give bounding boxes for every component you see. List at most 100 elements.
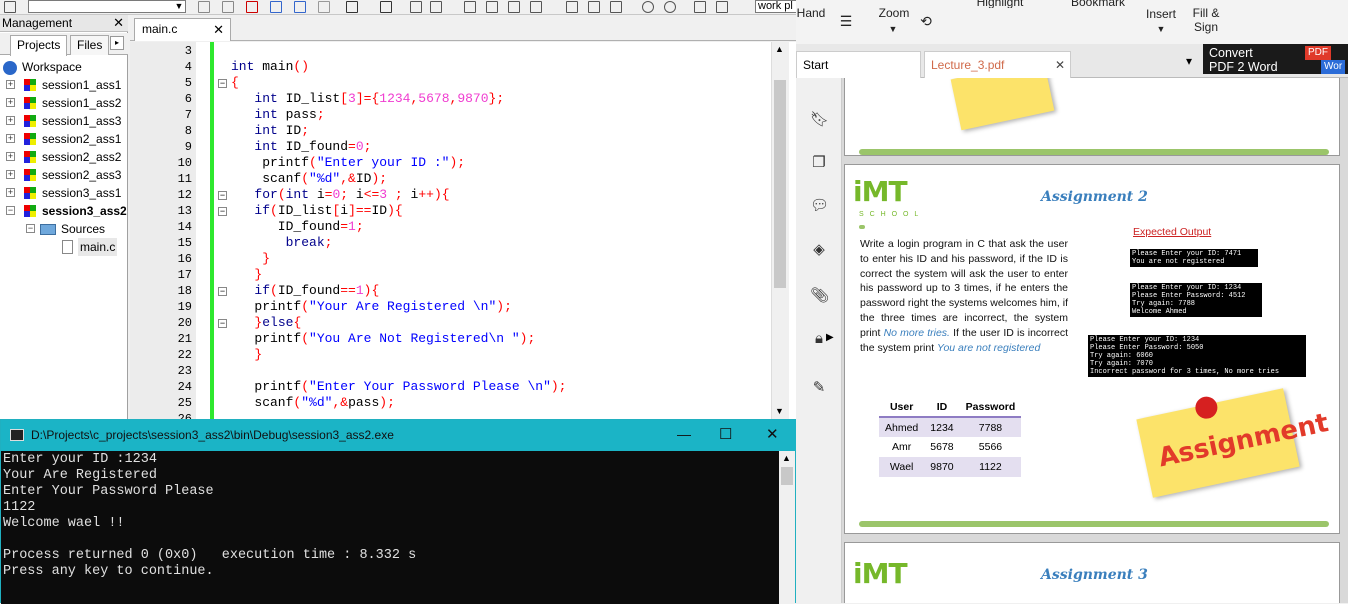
fold-toggle-icon[interactable]: − [218, 79, 227, 88]
fold-toggle-icon[interactable]: − [218, 191, 227, 200]
scrollbar-thumb[interactable] [781, 467, 793, 485]
rotate-icon[interactable]: ⟲ [916, 14, 936, 28]
chevron-down-icon[interactable]: ▼ [886, 22, 900, 36]
signature-icon[interactable]: ✎ [810, 378, 828, 396]
box3-icon[interactable] [610, 1, 622, 13]
grid-icon[interactable] [410, 1, 422, 13]
fill-sign-button[interactable]: Fill & Sign [1188, 6, 1224, 34]
spell-icon[interactable] [694, 1, 706, 13]
expand-icon[interactable]: + [6, 170, 15, 179]
highlight-button[interactable]: Highlight [964, 0, 1036, 8]
fold-toggle-icon[interactable]: − [218, 319, 227, 328]
align-center-icon[interactable] [486, 1, 498, 13]
project-node-active[interactable]: − session3_ass2 [0, 202, 128, 220]
project-node[interactable]: + session1_ass1 [0, 76, 128, 94]
scrollbar-thumb[interactable] [774, 80, 786, 288]
table-cell: Amr [892, 441, 912, 453]
build-target-combo[interactable] [28, 0, 186, 13]
chevron-right-icon[interactable]: ▸ [110, 36, 124, 50]
project-node[interactable]: + session2_ass3 [0, 166, 128, 184]
box-icon[interactable] [566, 1, 578, 13]
code-line: printf("Your Are Registered \n"); [231, 299, 512, 314]
cycle-icon[interactable] [716, 1, 728, 13]
tab-projects[interactable]: Projects [10, 35, 68, 56]
clear-icon[interactable] [246, 1, 258, 13]
table-cell: 7788 [978, 421, 1003, 434]
change-bar [210, 42, 214, 419]
line-number: 6 [184, 92, 192, 106]
back-icon[interactable] [198, 1, 210, 13]
zoom-in-icon[interactable] [642, 1, 654, 13]
fold-toggle-icon[interactable]: − [218, 287, 227, 296]
tabs-dropdown-icon[interactable]: ▾ [1186, 54, 1192, 68]
tab-main-c[interactable]: main.c ✕ [134, 18, 231, 41]
select-icon[interactable] [318, 1, 330, 13]
page-menu-icon[interactable]: ☰ [836, 14, 856, 28]
work-path-field[interactable]: work pl [755, 0, 800, 13]
edit-icon[interactable] [4, 1, 16, 13]
attachment-icon[interactable]: 📎︎ [810, 286, 829, 304]
pdf-document-view[interactable]: iMT S C H O O L Assignment 2 Expected Ou… [842, 78, 1348, 603]
grid2-icon[interactable] [430, 1, 442, 13]
expand-icon[interactable]: + [6, 116, 15, 125]
project-node[interactable]: + session3_ass1 [0, 184, 128, 202]
close-icon[interactable]: ✕ [113, 15, 124, 31]
insert-button[interactable]: Insert [1142, 7, 1180, 21]
forward-icon[interactable] [222, 1, 234, 13]
project-node[interactable]: + session1_ass3 [0, 112, 128, 130]
file-node[interactable]: main.c [0, 238, 128, 256]
expand-icon[interactable]: + [6, 80, 15, 89]
output-sample-2: Please Enter your ID: 1234 Please Enter … [1130, 283, 1262, 317]
close-icon[interactable]: ✕ [213, 19, 224, 40]
maximize-button[interactable]: ☐ [719, 425, 732, 443]
tab-start[interactable]: Start [796, 51, 921, 78]
line-number: 17 [177, 268, 192, 282]
bookmark-button[interactable]: Bookmark [1058, 0, 1138, 8]
expand-icon[interactable]: + [6, 188, 15, 197]
tab-lecture-3[interactable]: Lecture_3.pdf ✕ [924, 51, 1071, 78]
expand-icon[interactable]: + [6, 152, 15, 161]
convert-pdf2word-button[interactable]: Convert PDF 2 Word PDF Wor [1203, 44, 1348, 74]
zoom-out-icon[interactable] [664, 1, 676, 13]
collapse-icon[interactable]: − [6, 206, 15, 215]
code-editor[interactable]: 3 4 5 6 7 8 9 10 11 12 13 14 15 16 17 18… [130, 42, 796, 426]
scroll-down-icon[interactable]: ▼ [775, 406, 784, 416]
project-node[interactable]: + session1_ass2 [0, 94, 128, 112]
bookmark-icon[interactable] [294, 1, 306, 13]
project-node[interactable]: + session2_ass2 [0, 148, 128, 166]
project-icon [24, 97, 36, 109]
close-button[interactable]: ✕ [766, 425, 779, 443]
pages-icon[interactable]: ❐ [810, 153, 828, 171]
collapse-icon[interactable]: − [26, 224, 35, 233]
toggle-icon[interactable] [270, 1, 282, 13]
zoom-button[interactable]: Zoom [876, 6, 912, 20]
cursor-icon[interactable] [346, 1, 358, 13]
layers-icon[interactable]: ◈ [810, 240, 828, 258]
tab-files[interactable]: Files [70, 35, 110, 55]
fold-toggle-icon[interactable]: − [218, 207, 227, 216]
minimize-button[interactable]: — [677, 426, 691, 442]
expand-icon[interactable]: + [6, 134, 15, 143]
comment-icon[interactable] [380, 1, 392, 13]
console-titlebar[interactable]: D:\Projects\c_projects\session3_ass2\bin… [1, 420, 797, 451]
align-right-icon[interactable] [508, 1, 520, 13]
expand-panel-icon[interactable]: ▶ [826, 332, 834, 343]
project-label: session2_ass1 [42, 132, 122, 146]
chevron-down-icon[interactable]: ▼ [1154, 22, 1168, 36]
scroll-up-icon[interactable]: ▲ [775, 44, 784, 54]
hand-tool-button[interactable]: Hand [796, 6, 826, 20]
console-scrollbar[interactable]: ▲ [779, 451, 795, 604]
bookmark-icon[interactable]: 🔖︎ [810, 110, 829, 128]
box2-icon[interactable] [588, 1, 600, 13]
table-header-row: User ID Password [879, 397, 1022, 418]
scroll-up-icon[interactable]: ▲ [782, 453, 791, 463]
comment-icon[interactable]: 💬︎ [810, 196, 829, 214]
chevron-down-icon[interactable]: ▼ [172, 0, 186, 13]
project-node[interactable]: + session2_ass1 [0, 130, 128, 148]
sources-node[interactable]: − Sources [0, 220, 128, 238]
close-icon[interactable]: ✕ [1055, 52, 1065, 78]
align-left-icon[interactable] [464, 1, 476, 13]
align-justify-icon[interactable] [530, 1, 542, 13]
console-output[interactable]: Enter your ID :1234 Your Are Registered … [1, 451, 795, 604]
expand-icon[interactable]: + [6, 98, 15, 107]
